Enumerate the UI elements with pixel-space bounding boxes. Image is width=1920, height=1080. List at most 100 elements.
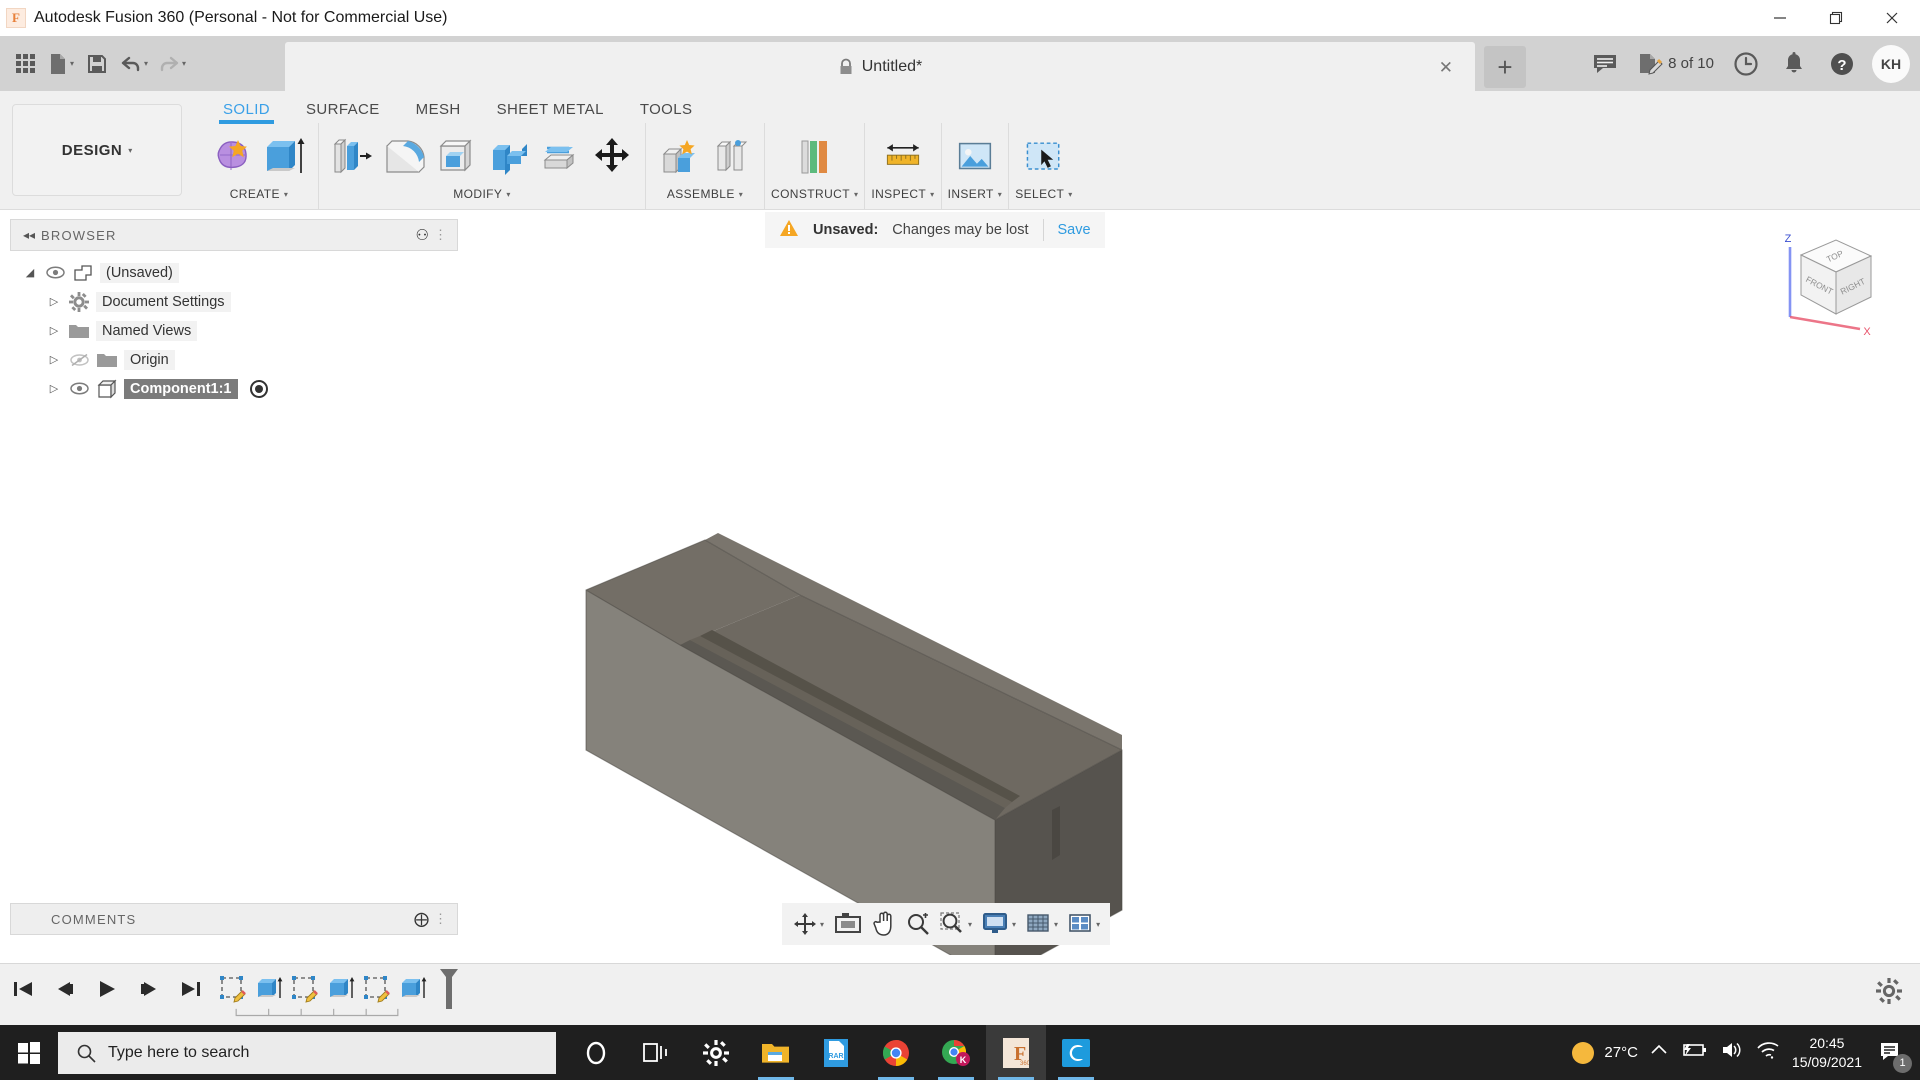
- expander-icon[interactable]: ▷: [46, 324, 62, 337]
- measure-button[interactable]: [880, 131, 926, 183]
- ribbon-group-select-label[interactable]: SELECT ▾: [1015, 183, 1073, 205]
- new-file-button[interactable]: ▾: [44, 44, 78, 84]
- play-button[interactable]: [94, 974, 120, 1004]
- tab-mesh[interactable]: MESH: [398, 91, 479, 124]
- extrude-button[interactable]: [262, 131, 308, 183]
- activate-component-radio[interactable]: [250, 380, 268, 398]
- wifi-icon[interactable]: [1756, 1040, 1780, 1065]
- resize-grip-icon[interactable]: ⋮: [434, 227, 447, 243]
- taskbar-clock[interactable]: 20:45 15/09/2021: [1792, 1034, 1862, 1072]
- history-button[interactable]: [1724, 42, 1768, 86]
- orbit-button[interactable]: ▾: [788, 906, 828, 942]
- plus-circle-icon[interactable]: ⨁: [414, 910, 429, 928]
- chevron-down-icon[interactable]: ▾: [820, 920, 824, 929]
- tree-node-document-settings[interactable]: ▷ Document Settings: [22, 287, 452, 316]
- minus-circle-icon[interactable]: ⚇: [416, 226, 429, 244]
- shell-button[interactable]: [433, 131, 479, 183]
- ribbon-group-modify-label[interactable]: MODIFY ▾: [453, 183, 511, 205]
- new-document-tab-button[interactable]: +: [1484, 46, 1526, 88]
- tree-node-component1[interactable]: ▷ Component1:1: [22, 374, 452, 403]
- create-form-button[interactable]: [210, 131, 256, 183]
- weather-widget[interactable]: 27°C: [1570, 1040, 1638, 1066]
- clipchamp-icon[interactable]: [1046, 1025, 1106, 1080]
- tree-node-named-views[interactable]: ▷ Named Views: [22, 316, 452, 345]
- timeline-settings-button[interactable]: [1876, 978, 1902, 1009]
- job-status-button[interactable]: 8 of 10: [1631, 42, 1720, 86]
- fit-button[interactable]: ▾: [936, 906, 976, 942]
- document-tab-close-icon[interactable]: ✕: [1439, 58, 1453, 78]
- step-forward-button[interactable]: [136, 974, 162, 1004]
- unsaved-save-link[interactable]: Save: [1058, 222, 1091, 238]
- press-pull-button[interactable]: [329, 131, 375, 183]
- ribbon-group-construct-label[interactable]: CONSTRUCT ▾: [771, 183, 858, 205]
- tree-node-origin[interactable]: ▷ Origin: [22, 345, 452, 374]
- chevron-down-icon[interactable]: ▾: [968, 920, 972, 929]
- close-button[interactable]: [1864, 0, 1920, 36]
- select-button[interactable]: [1021, 131, 1067, 183]
- app-grid-button[interactable]: [8, 44, 42, 84]
- file-explorer-icon[interactable]: [746, 1025, 806, 1080]
- ribbon-group-create-label[interactable]: CREATE ▾: [230, 183, 289, 205]
- draft-button[interactable]: [485, 131, 531, 183]
- tab-solid[interactable]: SOLID: [205, 91, 288, 124]
- skip-to-start-button[interactable]: [10, 974, 36, 1004]
- tab-sheet-metal[interactable]: SHEET METAL: [479, 91, 622, 124]
- timeline-end-marker[interactable]: [431, 972, 467, 1006]
- expander-icon[interactable]: ▷: [46, 353, 62, 366]
- offset-plane-button[interactable]: [792, 131, 838, 183]
- expander-icon[interactable]: ▷: [46, 382, 62, 395]
- joint-button[interactable]: [708, 131, 754, 183]
- start-button[interactable]: [0, 1025, 58, 1080]
- insert-image-button[interactable]: [952, 131, 998, 183]
- minimize-button[interactable]: [1752, 0, 1808, 36]
- display-settings-button[interactable]: ▾: [978, 906, 1020, 942]
- chrome-kite-icon[interactable]: K: [926, 1025, 986, 1080]
- viewport-layout-button[interactable]: ▾: [1064, 906, 1104, 942]
- cortana-icon[interactable]: [566, 1025, 626, 1080]
- visibility-eye-off-icon[interactable]: [68, 353, 90, 367]
- visibility-eye-icon[interactable]: [68, 382, 90, 395]
- scale-button[interactable]: [537, 131, 583, 183]
- user-avatar[interactable]: KH: [1872, 45, 1910, 83]
- speaker-icon[interactable]: [1720, 1040, 1744, 1065]
- timeline-sketch-2[interactable]: [287, 972, 323, 1006]
- chevron-down-icon[interactable]: ▾: [1096, 920, 1100, 929]
- visibility-eye-icon[interactable]: [44, 266, 66, 279]
- help-button[interactable]: ?: [1820, 42, 1864, 86]
- ribbon-group-assemble-label[interactable]: ASSEMBLE ▾: [667, 183, 743, 205]
- timeline-sketch-1[interactable]: [215, 972, 251, 1006]
- timeline-extrude-3[interactable]: [395, 972, 431, 1006]
- taskbar-search[interactable]: Type here to search: [58, 1032, 556, 1074]
- maximize-button[interactable]: [1808, 0, 1864, 36]
- fillet-button[interactable]: [381, 131, 427, 183]
- move-copy-button[interactable]: [589, 131, 635, 183]
- winrar-icon[interactable]: RAR: [806, 1025, 866, 1080]
- notifications-button[interactable]: [1772, 42, 1816, 86]
- document-tab[interactable]: Untitled* ✕: [285, 42, 1475, 91]
- settings-gear-icon[interactable]: [686, 1025, 746, 1080]
- chevron-down-icon[interactable]: ▾: [1054, 920, 1058, 929]
- timeline-extrude-1[interactable]: [251, 972, 287, 1006]
- resize-grip-icon[interactable]: ⋮: [434, 911, 447, 927]
- undo-button[interactable]: ▾: [116, 44, 152, 84]
- task-view-icon[interactable]: [626, 1025, 686, 1080]
- expander-icon[interactable]: ▷: [46, 295, 62, 308]
- tab-surface[interactable]: SURFACE: [288, 91, 398, 124]
- pan-button[interactable]: [868, 906, 900, 942]
- view-cube[interactable]: Z X TOP FRONT RIGHT: [1768, 225, 1888, 345]
- comments-toggle-button[interactable]: [1583, 42, 1627, 86]
- new-component-button[interactable]: [656, 131, 702, 183]
- tab-tools[interactable]: TOOLS: [622, 91, 711, 124]
- redo-button[interactable]: ▾: [154, 44, 190, 84]
- skip-to-end-button[interactable]: [178, 974, 204, 1004]
- tree-node-unsaved[interactable]: ◢ (Unsaved): [22, 258, 452, 287]
- action-center-button[interactable]: 1: [1874, 1036, 1908, 1070]
- chevron-up-icon[interactable]: [1650, 1043, 1668, 1062]
- workspace-selector[interactable]: DESIGN ▾: [12, 104, 182, 196]
- chrome-icon[interactable]: [866, 1025, 926, 1080]
- ribbon-group-insert-label[interactable]: INSERT ▾: [948, 183, 1003, 205]
- save-button[interactable]: [80, 44, 114, 84]
- expander-icon[interactable]: ◢: [22, 266, 38, 279]
- battery-charging-icon[interactable]: [1680, 1041, 1708, 1064]
- collapse-left-icon[interactable]: ◂◂: [23, 228, 35, 242]
